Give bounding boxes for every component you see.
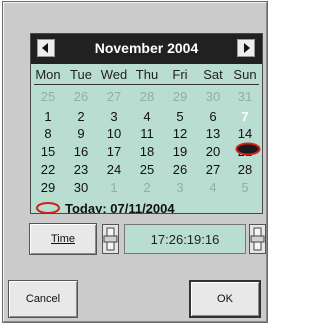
next-month-button[interactable] — [237, 39, 255, 57]
calendar-header: November 2004 — [31, 34, 262, 64]
today-marker-icon — [36, 202, 60, 213]
day-cell[interactable]: 14 — [229, 126, 261, 142]
day-cell[interactable]: 28 — [229, 162, 261, 178]
chevron-right-icon — [244, 43, 250, 53]
weekday-label: Sat — [203, 67, 223, 82]
date-time-picker-dialog: November 2004 Mon Tue Wed Thu Fri Sat Sun 25 26… — [2, 1, 268, 323]
day-cell[interactable]: 12 — [164, 126, 196, 142]
day-cell[interactable]: 10 — [98, 126, 130, 142]
day-cell[interactable]: 3 — [98, 109, 130, 125]
day-cell[interactable]: 22 — [32, 162, 64, 178]
day-cell-other-month[interactable]: 26 — [65, 89, 97, 105]
day-cell-other-month[interactable]: 29 — [164, 89, 196, 105]
day-cell[interactable]: 16 — [65, 144, 97, 160]
month-title: November 2004 — [94, 40, 199, 56]
day-cell-other-month[interactable]: 25 — [32, 89, 64, 105]
day-cell-other-month[interactable]: 3 — [164, 180, 196, 196]
day-cell-other-month[interactable]: 1 — [98, 180, 130, 196]
weekday-row: Mon Tue Wed Thu Fri Sat Sun — [31, 67, 262, 83]
day-cell[interactable]: 25 — [131, 162, 163, 178]
day-cell[interactable]: 27 — [197, 162, 229, 178]
day-cell[interactable]: 11 — [131, 126, 163, 142]
day-cell[interactable]: 15 — [32, 144, 64, 160]
stepper-handle-icon — [103, 227, 118, 251]
day-cell-other-month[interactable]: 28 — [131, 89, 163, 105]
day-cell-other-month[interactable]: 5 — [229, 180, 261, 196]
weekday-label: Mon — [35, 67, 61, 82]
today-link[interactable]: Today: 07/11/2004 — [35, 200, 175, 214]
day-cell-other-month[interactable]: 2 — [131, 180, 163, 196]
day-cell[interactable]: 26 — [164, 162, 196, 178]
ok-button[interactable]: OK — [189, 280, 261, 318]
day-cell[interactable]: 20 — [197, 144, 229, 160]
time-value-field[interactable]: 17:26:19:16 — [124, 224, 246, 254]
cancel-button[interactable]: Cancel — [8, 280, 78, 318]
day-cell-other-month[interactable]: 30 — [197, 89, 229, 105]
weekday-label: Fri — [172, 67, 188, 82]
day-cell[interactable]: 13 — [197, 126, 229, 142]
calendar: November 2004 Mon Tue Wed Thu Fri Sat Sun 25 26… — [30, 33, 263, 214]
day-cell[interactable]: 1 — [32, 109, 64, 125]
weekday-label: Sun — [233, 67, 257, 82]
weekday-label: Tue — [70, 67, 92, 82]
day-cell[interactable]: 4 — [131, 109, 163, 125]
day-cell[interactable]: 17 — [98, 144, 130, 160]
time-right-stepper[interactable] — [249, 224, 266, 254]
stepper-handle-icon — [250, 227, 265, 251]
day-cell-other-month[interactable]: 27 — [98, 89, 130, 105]
today-highlight-icon — [235, 142, 261, 156]
day-cell-other-month[interactable]: 4 — [197, 180, 229, 196]
day-cell[interactable]: 8 — [32, 126, 64, 142]
day-cell[interactable]: 24 — [98, 162, 130, 178]
weekday-label: Wed — [100, 67, 128, 82]
day-cell[interactable]: 18 — [131, 144, 163, 160]
day-cell[interactable]: 19 — [164, 144, 196, 160]
day-cell[interactable]: 29 — [32, 180, 64, 196]
day-cell[interactable]: 9 — [65, 126, 97, 142]
time-button[interactable]: Time — [29, 223, 97, 255]
time-left-stepper[interactable] — [102, 224, 119, 254]
weekday-label: Thu — [135, 67, 159, 82]
day-cell[interactable]: 23 — [65, 162, 97, 178]
day-cell-other-month[interactable]: 31 — [229, 89, 261, 105]
today-label: Today: 07/11/2004 — [65, 200, 175, 214]
day-cell-today[interactable]: 7 — [229, 109, 261, 125]
day-cell[interactable]: 30 — [65, 180, 97, 196]
weekday-divider — [34, 84, 259, 85]
day-cell[interactable]: 6 — [197, 109, 229, 125]
day-cell[interactable]: 5 — [164, 109, 196, 125]
day-cell[interactable]: 2 — [65, 109, 97, 125]
